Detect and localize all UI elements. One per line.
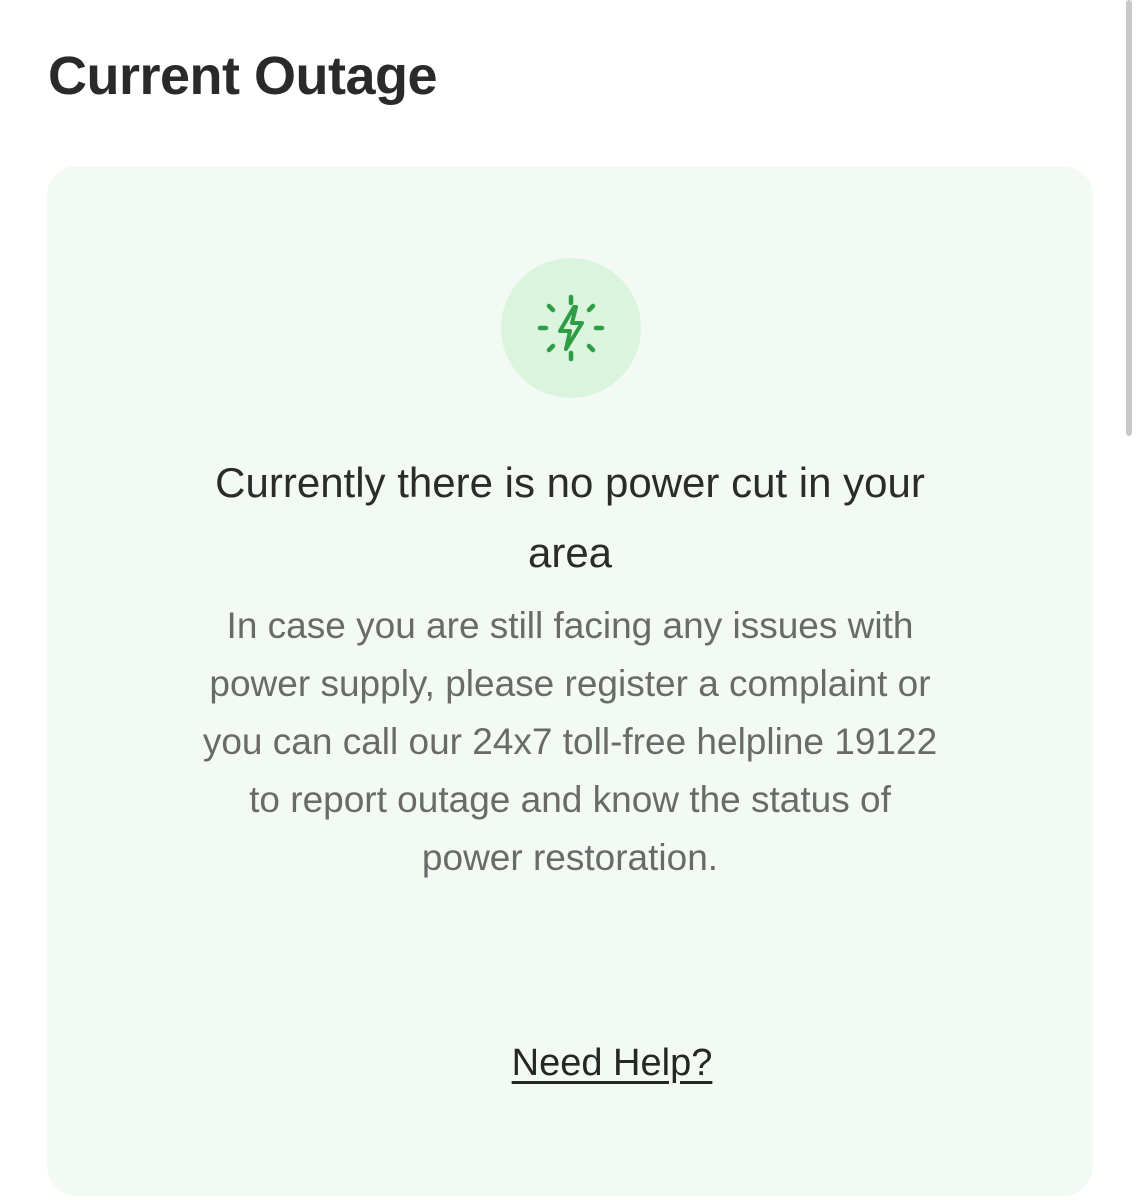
message-line: power restoration. [421, 837, 719, 878]
need-help-link[interactable]: Need Help? [47, 1038, 1142, 1088]
message-line: to report outage and know the status of [249, 779, 891, 820]
headline-line: area [527, 529, 613, 576]
outage-help-message: In case you are still facing any issues … [47, 597, 1093, 887]
message-line: power supply, please register a complain… [209, 663, 931, 704]
power-bolt-icon [537, 294, 605, 362]
outage-status-card: Currently there is no power cut in your … [47, 166, 1093, 1196]
no-outage-headline: Currently there is no power cut in your … [47, 448, 1093, 588]
message-line: In case you are still facing any issues … [226, 605, 914, 646]
icon-badge [501, 258, 641, 398]
headline-line: Currently there is no power cut in your [215, 459, 925, 506]
message-line: you can call our 24x7 toll-free helpline… [202, 721, 938, 762]
scrollbar[interactable] [1126, 0, 1132, 436]
page-title: Current Outage [48, 46, 438, 106]
